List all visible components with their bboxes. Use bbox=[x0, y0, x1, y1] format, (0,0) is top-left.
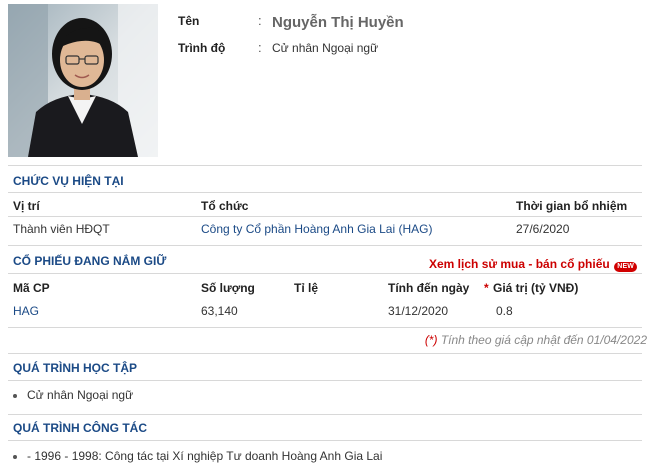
education-item-text: Cử nhân Ngoại ngữ bbox=[27, 388, 134, 402]
price-note: (*) Tính theo giá cập nhật đến 01/04/202… bbox=[425, 333, 647, 347]
divider bbox=[8, 353, 642, 354]
degree-value: Cử nhân Ngoại ngữ bbox=[272, 41, 379, 55]
divider bbox=[8, 216, 642, 217]
career-section-title: QUÁ TRÌNH CÔNG TÁC bbox=[13, 421, 147, 435]
education-item: Cử nhân Ngoại ngữ bbox=[13, 388, 133, 402]
appointed-date: 27/6/2020 bbox=[516, 222, 570, 236]
col-header-value: Giá trị (tỷ VNĐ) bbox=[493, 281, 579, 295]
col-header-organization: Tổ chức bbox=[201, 199, 249, 213]
holding-value: 0.8 bbox=[496, 304, 513, 318]
name-colon: : bbox=[258, 13, 262, 28]
col-header-as-of: Tính đến ngày bbox=[388, 281, 470, 295]
price-note-text: Tính theo giá cập nhật đến 01/04/2022 bbox=[437, 333, 647, 347]
education-section-title: QUÁ TRÌNH HỌC TẬP bbox=[13, 361, 137, 375]
divider bbox=[8, 165, 642, 166]
trade-history-link[interactable]: Xem lịch sử mua - bán cổ phiếu NEW bbox=[429, 255, 638, 273]
col-header-ticker: Mã CP bbox=[13, 281, 50, 295]
name-label: Tên bbox=[178, 14, 200, 28]
price-note-star: (*) bbox=[424, 333, 438, 347]
divider bbox=[8, 327, 642, 328]
ticker-link[interactable]: HAG bbox=[13, 304, 39, 318]
career-item: - 1996 - 1998: Công tác tại Xí nghiệp Tư… bbox=[13, 449, 382, 463]
person-name: Nguyễn Thị Huyền bbox=[272, 14, 404, 31]
position-value: Thành viên HĐQT bbox=[13, 222, 110, 236]
as-of-date: 31/12/2020 bbox=[388, 304, 449, 318]
divider bbox=[8, 414, 642, 415]
quantity-value: 63,140 bbox=[201, 304, 238, 318]
bullet-icon bbox=[13, 393, 17, 398]
col-header-ratio: Tỉ lệ bbox=[294, 281, 319, 295]
col-header-position: Vị trí bbox=[13, 199, 40, 213]
positions-section-title: CHỨC VỤ HIỆN TẠI bbox=[13, 174, 124, 188]
divider bbox=[8, 245, 642, 246]
col-header-quantity: Số lượng bbox=[201, 281, 255, 295]
col-header-appointed: Thời gian bổ nhiệm bbox=[516, 199, 628, 213]
degree-colon: : bbox=[258, 40, 262, 55]
career-item-text: - 1996 - 1998: Công tác tại Xí nghiệp Tư… bbox=[27, 449, 383, 463]
organization-link[interactable]: Công ty Cổ phần Hoàng Anh Gia Lai (HAG) bbox=[201, 222, 432, 236]
profile-photo bbox=[8, 4, 158, 157]
trade-history-label[interactable]: Xem lịch sử mua - bán cổ phiếu bbox=[429, 257, 610, 271]
divider bbox=[8, 440, 642, 441]
value-asterisk: * bbox=[484, 281, 489, 295]
degree-label: Trình độ bbox=[178, 41, 226, 55]
new-badge-icon: NEW bbox=[614, 262, 638, 272]
divider bbox=[8, 192, 642, 193]
holdings-section-title: CỔ PHIẾU ĐANG NẮM GIỮ bbox=[13, 254, 167, 268]
divider bbox=[8, 380, 642, 381]
divider bbox=[8, 273, 642, 274]
bullet-icon bbox=[13, 454, 17, 459]
